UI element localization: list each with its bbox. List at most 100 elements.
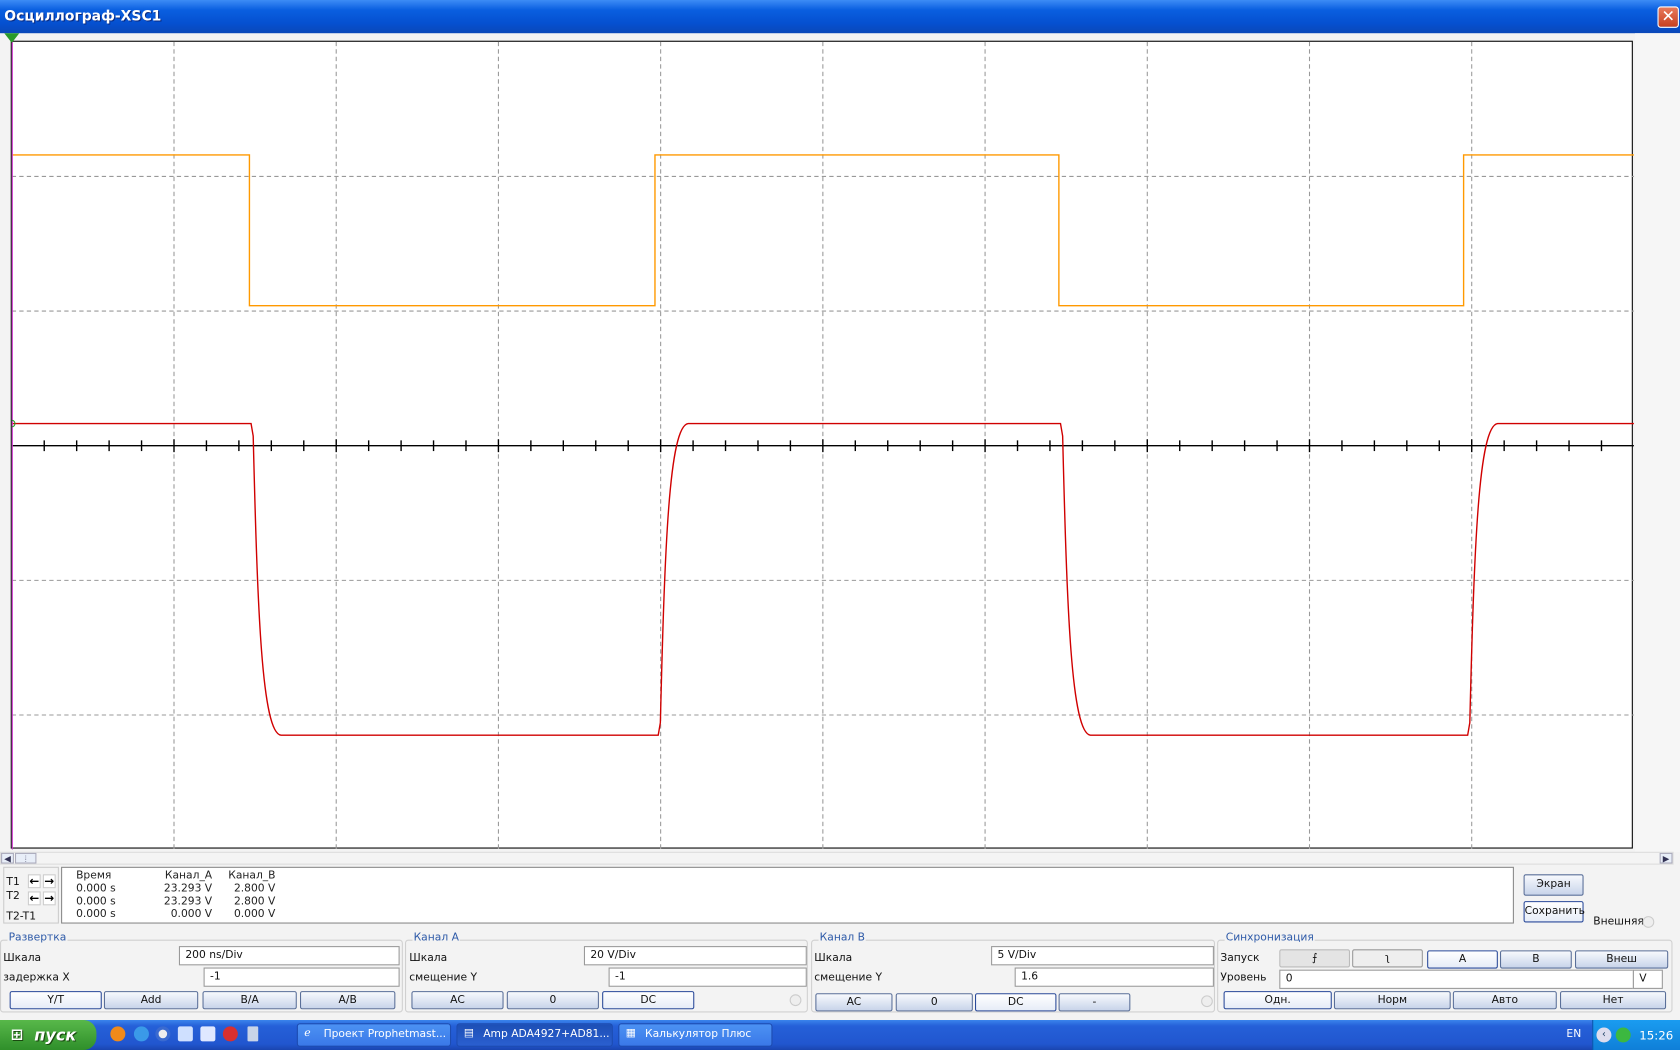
trigger-auto-button[interactable]: Авто [1452,991,1557,1010]
t1-label: T1 [6,876,20,889]
quicklaunch-app-icon[interactable] [110,1026,126,1042]
timebase-title: Развертка [7,932,68,944]
calculator-icon[interactable] [247,1026,259,1042]
channel-a-group: Канал А Шкала 20 V/Div смещение Y -1 AC … [405,932,808,1013]
t1-channel-a: 23.293 V [163,882,213,895]
trigger-level-label: Уровень [1220,971,1267,984]
mode-ba-button[interactable]: B/A [202,991,297,1010]
mode-yt-button[interactable]: Y/T [9,991,102,1010]
save-button[interactable]: Сохранить [1523,901,1585,923]
window-title: Осциллограф-XSC1 [4,8,162,25]
scroll-thumb[interactable]: ⦙ [15,852,37,864]
channel-a-dc-button[interactable]: DC [602,991,695,1010]
scroll-left-icon[interactable]: ◀ [1,852,14,864]
horizontal-scrollbar[interactable]: ◀ ⦙ ▶ [0,851,1674,865]
trigger-none-button[interactable]: Нет [1560,991,1667,1010]
external-label: Внешняя [1593,916,1644,928]
channel-b-scale-label: Шкала [814,952,853,965]
start-label: пуск [34,1025,77,1045]
channel-a-offset-input[interactable]: -1 [608,967,807,987]
language-indicator[interactable]: EN [1566,1029,1581,1041]
t2-time: 0.000 s [76,895,116,908]
channel-a-radio[interactable] [789,994,802,1007]
falling-edge-icon[interactable]: ʅ [1352,949,1423,968]
t2-label: T2 [6,890,20,903]
word-icon[interactable] [200,1026,216,1042]
channel-b-radio[interactable] [1201,995,1213,1008]
start-button[interactable]: ⊞ пуск [0,1020,97,1050]
x-delay-input[interactable]: -1 [203,967,400,987]
channel-b-dc-button[interactable]: DC [975,993,1057,1012]
trigger-group: Синхронизация Запуск ⨍ ʅ A B Внеш Уровен… [1217,932,1673,1013]
t1-time: 0.000 s [76,882,116,895]
trigger-start-label: Запуск [1220,952,1260,965]
channel-a-title: Канал А [412,932,460,944]
tray-app-icon[interactable] [1615,1027,1631,1043]
timebase-scale-label: Шкала [3,952,42,965]
t2-t1-label: T2-T1 [6,910,37,923]
oscilloscope-screen[interactable] [8,40,1634,850]
x-delay-label: задержка X [3,971,70,984]
t2-left-arrow-icon[interactable]: ← [27,891,41,906]
t2-right-arrow-icon[interactable]: → [42,891,56,906]
windows-logo-icon: ⊞ [10,1026,24,1044]
task-calculator[interactable]: ▦ Калькулятор Плюс [618,1023,773,1047]
task-prophetmaster[interactable]: ℯ Проект Prophetmast... [296,1023,452,1047]
close-icon[interactable]: ✕ [1657,6,1679,28]
dt-time: 0.000 s [76,908,116,921]
title-bar: Осциллограф-XSC1 [0,0,1680,34]
calculator-icon: ▦ [625,1027,636,1040]
channel-a-ac-button[interactable]: AC [411,991,504,1010]
timebase-scale-input[interactable]: 200 ns/Div [178,946,400,966]
channel-b-scale-input[interactable]: 5 V/Div [991,946,1214,966]
task-label: Калькулятор Плюс [645,1028,752,1041]
dt-channel-a: 0.000 V [170,908,213,921]
t1-channel-b: 2.800 V [233,882,276,895]
trigger-source-a-button[interactable]: A [1427,950,1498,969]
opera-icon[interactable] [222,1026,238,1042]
trigger-single-button[interactable]: Одн. [1223,991,1332,1010]
channel-b-invert-button[interactable]: - [1058,993,1131,1012]
channel-a-scale-input[interactable]: 20 V/Div [583,946,807,966]
mode-ab-button[interactable]: A/B [300,991,396,1010]
multisim-icon: ▤ [463,1027,475,1040]
media-player-icon[interactable] [155,1026,171,1042]
trigger-source-ext-button[interactable]: Внеш [1575,950,1669,969]
t1-left-arrow-icon[interactable]: ← [27,874,41,889]
waveform-plot [8,41,1634,850]
channel-b-zero-button[interactable]: 0 [895,993,973,1012]
screen-button[interactable]: Экран [1523,874,1584,896]
rising-edge-icon[interactable]: ⨍ [1279,949,1351,968]
channel-a-offset-label: смещение Y [409,971,478,984]
internet-explorer-icon[interactable] [133,1026,149,1042]
t1-right-arrow-icon[interactable]: → [42,874,56,889]
mode-add-button[interactable]: Add [103,991,199,1010]
scroll-right-icon[interactable]: ▶ [1659,852,1673,864]
header-time: Время [76,870,112,882]
external-radio[interactable] [1642,916,1655,928]
t2-channel-b: 2.800 V [233,895,276,908]
channel-b-offset-label: смещение Y [814,971,883,984]
trigger-normal-button[interactable]: Норм [1333,991,1451,1010]
right-panel [1635,33,1680,852]
measurement-readout: Время 0.000 s 0.000 s 0.000 s Канал_A 23… [61,866,1514,924]
task-label: Проект Prophetmast... [323,1028,447,1041]
channel-b-offset-input[interactable]: 1.6 [1014,967,1214,987]
channel-b-group: Канал B Шкала 5 V/Div смещение Y 1.6 AC … [811,932,1216,1013]
task-label: Amp ADA4927+AD81... [483,1028,610,1041]
channel-a-zero-button[interactable]: 0 [506,991,599,1010]
channel-b-ac-button[interactable]: AC [815,993,893,1012]
t2-channel-a: 23.293 V [163,895,213,908]
trigger-level-input[interactable]: 0 [1279,969,1634,989]
channel-b-title: Канал B [818,932,867,944]
tray-expand-icon[interactable]: ‹ [1596,1027,1612,1043]
cursor-controls: T1 ← → T2 ← → T2-T1 [3,866,59,924]
trigger-title: Синхронизация [1224,932,1315,944]
outlook-icon[interactable] [177,1026,193,1042]
task-multisim[interactable]: ▤ Amp ADA4927+AD81... [456,1023,613,1047]
trigger-source-b-button[interactable]: B [1500,950,1572,969]
cursor-t1-handle[interactable] [4,33,20,43]
header-channel-b: Канал_B [228,870,276,882]
ie-icon: ℯ [304,1027,311,1040]
timebase-group: Развертка Шкала 200 ns/Div задержка X -1… [0,932,403,1013]
